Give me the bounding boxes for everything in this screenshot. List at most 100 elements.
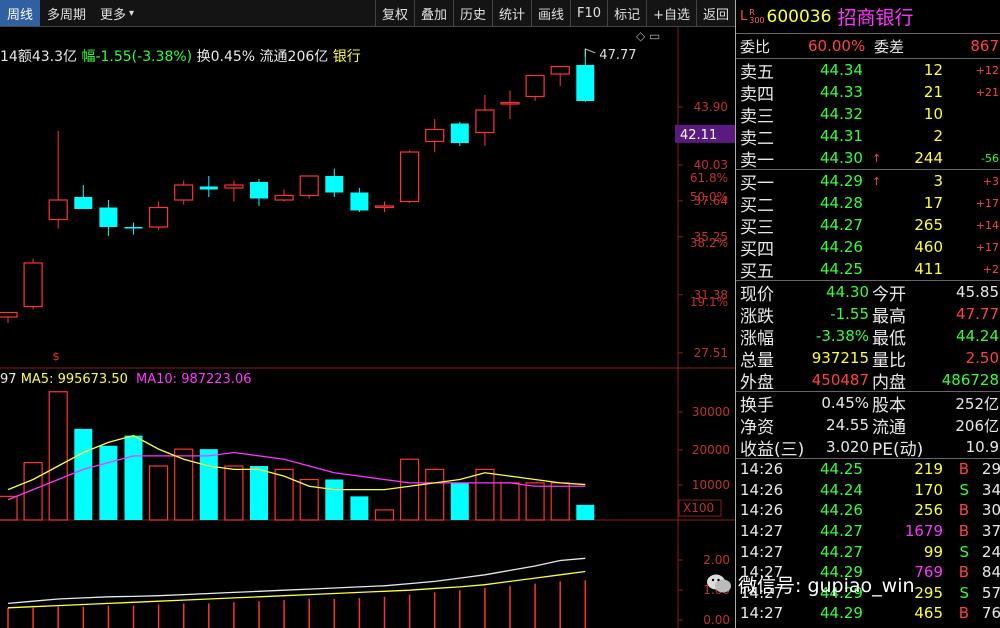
tick-volume: 170 <box>914 480 943 499</box>
ask-price: 44.30 <box>820 149 863 167</box>
ask-row[interactable]: 卖二 44.31 2 <box>736 125 1000 149</box>
vol-axis-label: 10000 <box>692 478 730 492</box>
tick-volume: 1679 <box>904 522 943 541</box>
volume-bar-down <box>450 482 469 520</box>
candle-body-down <box>74 197 93 209</box>
weekly-tab[interactable]: 周线 <box>0 0 41 26</box>
statistics-button[interactable]: 统计 <box>492 0 531 26</box>
ask-volume: 10 <box>923 105 943 123</box>
candle-body-up <box>500 101 520 105</box>
stat-label: 外盘 <box>740 372 774 393</box>
volume-bar-down <box>325 479 344 520</box>
bid-row[interactable]: 买五 44.25 411 +2 <box>736 258 1000 282</box>
bid-row[interactable]: 买三 44.27 265 +14 <box>736 214 1000 238</box>
overlay-button[interactable]: 叠加 <box>413 0 453 26</box>
pct-axis-label: 50.0% <box>690 190 728 204</box>
tick-side: B <box>958 460 969 479</box>
rehabilitation-button[interactable]: 复权 <box>374 0 414 26</box>
ask-change: +12 <box>975 63 999 77</box>
bid-row[interactable]: 买四 44.26 460 +17 <box>736 236 1000 260</box>
tick-row[interactable]: 14:26 44.25 219 B 29 <box>736 459 1000 480</box>
macd-axis-label: 2.00 <box>703 553 730 567</box>
stock-name: 招商银行 <box>837 7 914 29</box>
signal-mark: $ <box>53 350 60 363</box>
add-watchlist-button[interactable]: +自选 <box>646 0 696 26</box>
info-prefix: 14 <box>0 49 18 65</box>
stat-value: 252亿 <box>955 394 999 413</box>
settings-diamond-icon[interactable]: ◇ ▭ <box>636 29 660 43</box>
candle-body-down <box>99 207 118 227</box>
candle-body-up <box>174 184 194 201</box>
volume-bar-down <box>576 504 595 520</box>
vol-axis-label: 30000 <box>692 405 730 419</box>
tick-row[interactable]: 14:26 44.26 256 B 30 <box>736 500 1000 521</box>
tick-row[interactable]: 14:27 44.29 465 B 76 <box>736 603 1000 624</box>
stat-value: 450487 <box>811 371 869 389</box>
stock-header: L R 300 600036 招商银行 <box>736 0 1000 34</box>
stat-value: -1.55 <box>830 305 869 323</box>
candle-body-up <box>400 151 420 203</box>
tick-row[interactable]: 14:26 44.24 170 S 34 <box>736 480 1000 501</box>
stat-value: 47.77 <box>956 305 999 323</box>
stat-row: 收益(三) 3.020 PE(动) 10.9 <box>736 436 1000 460</box>
tick-price: 44.26 <box>820 501 863 520</box>
candle-body-down <box>450 123 469 143</box>
multi-period-button[interactable]: 多周期 <box>40 0 93 26</box>
tick-price: 44.24 <box>820 480 863 499</box>
stat-value: 937215 <box>811 349 869 367</box>
ask-book: 卖五 44.34 12 +12 卖四 44.33 21 +21 卖三 44.32 10 卖二 44.31… <box>736 59 1000 171</box>
tick-price: 44.29 <box>820 604 863 623</box>
tick-side: S <box>959 480 969 499</box>
info-float-cap: 流通206亿 <box>259 49 329 65</box>
tick-count: 34 <box>981 480 1000 499</box>
vol-unit-label: X100 <box>683 501 714 515</box>
history-button[interactable]: 历史 <box>452 0 492 26</box>
volume-bar-up <box>550 482 570 521</box>
tick-row[interactable]: 14:27 44.27 1679 B 37 <box>736 521 1000 542</box>
candle-body-down <box>199 186 218 190</box>
stat-value: 44.30 <box>826 283 869 301</box>
stat-row: 净资 24.55 流通 206亿 <box>736 414 1000 438</box>
high-marker <box>584 48 596 57</box>
mark-button[interactable]: 标记 <box>607 0 646 26</box>
bid-volume: 460 <box>914 238 943 256</box>
tick-time: 14:27 <box>740 604 784 623</box>
vol-axis-label: 20000 <box>692 443 730 457</box>
ask-row[interactable]: 卖四 44.33 21 +21 <box>736 81 1000 105</box>
f10-button[interactable]: F10 <box>570 0 607 26</box>
stock-code: 600036 <box>766 6 832 27</box>
ask-row[interactable]: 卖五 44.34 12 +12 <box>736 59 1000 83</box>
watermark-text: 微信号: gupiao_win <box>738 574 915 597</box>
tick-count: 76 <box>981 604 1000 623</box>
draw-line-button[interactable]: 画线 <box>531 0 570 26</box>
tick-side: B <box>958 604 969 623</box>
bid-row[interactable]: 买二 44.28 17 +17 <box>736 192 1000 216</box>
tick-side: B <box>958 522 969 541</box>
tick-time: 14:27 <box>740 522 784 541</box>
chart-canvas[interactable]: 43.9040.0337.6435.2531.3827.5161.8%50.0%… <box>0 0 735 628</box>
price-stats: 现价 44.30 今开 45.85 涨跌 -1.55 最高 47.77 涨幅 -3.38% 最低 44… <box>736 281 1000 393</box>
weibi-value: 60.00% <box>808 37 866 55</box>
info-change: 幅-1.55(-3.38%) <box>81 49 193 65</box>
ask-row[interactable]: 卖一 44.30 244 -56 ↑ <box>736 147 1000 171</box>
back-button[interactable]: 返回 <box>695 0 735 26</box>
up-arrow-icon: ↑ <box>872 174 882 188</box>
ask-volume: 2 <box>933 127 943 145</box>
stat-row: 涨幅 -3.38% 最低 44.24 <box>736 325 1000 349</box>
more-menu[interactable]: 更多 ▾ <box>93 0 141 26</box>
tick-row[interactable]: 14:27 44.27 99 S 24 <box>736 541 1000 562</box>
stat-label: 收益(三) <box>740 439 805 460</box>
bid-row[interactable]: 买一 44.29 3 +3 ↑ <box>736 170 1000 194</box>
candle-body-up <box>0 311 18 318</box>
volume-bar-up <box>149 465 169 521</box>
volume-bar-down <box>74 428 93 520</box>
weicha-label: 委差 <box>874 37 905 56</box>
volume-bar-up <box>274 468 294 521</box>
ask-price: 44.34 <box>820 61 863 79</box>
candle-body-up <box>475 109 495 134</box>
candle-body-up <box>274 194 294 201</box>
bid-label: 买五 <box>740 261 774 282</box>
ask-volume: 12 <box>923 61 943 79</box>
ask-row[interactable]: 卖三 44.32 10 <box>736 103 1000 127</box>
volume-bar-up <box>23 462 43 521</box>
